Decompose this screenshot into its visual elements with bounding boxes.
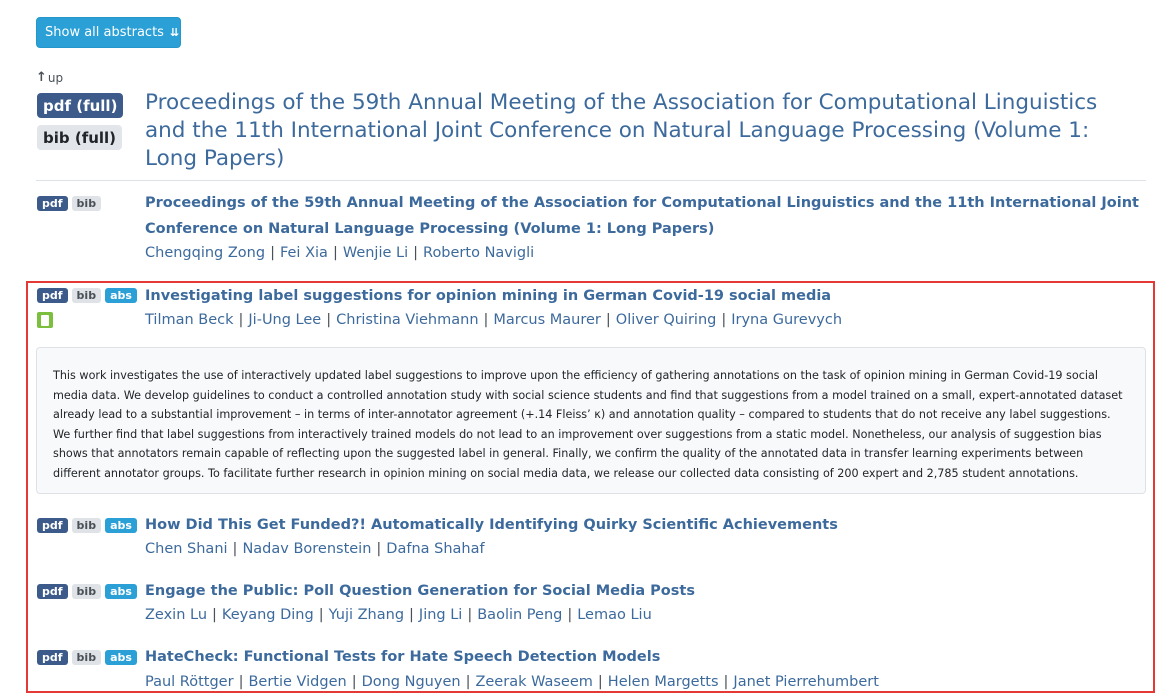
up-link[interactable]: ↑ up (36, 70, 63, 85)
paper-badges: pdf bib abs (37, 584, 137, 599)
author-link[interactable]: Dafna Shahaf (386, 541, 484, 557)
paper-authors: Chen Shani | Nadav Borenstein | Dafna Shahaf (145, 539, 485, 559)
abstract-line: different annotator groups. To facilitat… (53, 466, 1079, 480)
abstract-line: We further find that label suggestions f… (53, 427, 1102, 441)
paper-title-line: Proceedings of the 59th Annual Meeting o… (145, 195, 1139, 211)
author-link[interactable]: Marcus Maurer (493, 312, 600, 328)
paper-title[interactable]: Engage the Public: Poll Question Generat… (145, 578, 695, 604)
author-separator: | (351, 674, 357, 690)
attachment-file-icon[interactable] (37, 312, 53, 328)
paper-title-line: Conference on Natural Language Processin… (145, 221, 715, 237)
paper-title[interactable]: Proceedings of the 59th Annual Meeting o… (145, 190, 1139, 242)
abstract-box: This work investigates the use of intera… (36, 347, 1146, 494)
author-link[interactable]: Chen Shani (145, 541, 228, 557)
bib-full-button[interactable]: bib (full) (37, 125, 123, 150)
paper-title[interactable]: HateCheck: Functional Tests for Hate Spe… (145, 644, 660, 670)
author-separator: | (723, 674, 729, 690)
paper-authors: Tilman Beck | Ji-Ung Lee | Christina Viehman… (145, 310, 842, 330)
author-link[interactable]: Zexin Lu (145, 607, 207, 623)
up-link-label: up (47, 70, 64, 85)
author-separator: | (212, 607, 217, 623)
author-separator: | (413, 245, 419, 261)
author-link[interactable]: Nadav Borenstein (242, 541, 371, 557)
pdf-full-button[interactable]: pdf (full) (37, 93, 124, 118)
paper-authors: Chengqing Zong | Fei Xia | Wenjie Li | Roberto… (145, 243, 534, 263)
author-separator: | (605, 312, 611, 328)
pdf-button[interactable]: pdf (37, 288, 68, 303)
author-link[interactable]: Roberto Navigli (423, 245, 534, 261)
author-separator: | (721, 312, 727, 328)
pdf-button[interactable]: pdf (37, 196, 68, 211)
author-separator: | (483, 312, 489, 328)
author-link[interactable]: Zeerak Waseem (475, 674, 592, 690)
author-link[interactable]: Chengqing Zong (145, 245, 265, 261)
paper-title[interactable]: How Did This Get Funded?! Automatically … (145, 512, 838, 538)
abstract-line: media data. We develop guidelines to con… (53, 388, 1123, 402)
pdf-button[interactable]: pdf (37, 518, 68, 533)
pdf-button[interactable]: pdf (37, 650, 68, 665)
abstract-line: shows that annotators remain capable of … (53, 447, 1084, 460)
author-separator: | (467, 607, 473, 623)
author-link[interactable]: Janet Pierrehumbert (733, 674, 879, 690)
volume-title: Proceedings of the 59th Annual Meeting o… (145, 90, 1098, 171)
author-separator: | (270, 245, 275, 261)
arrow-up-icon: ↑ (36, 70, 47, 85)
author-link[interactable]: Paul Röttger (145, 674, 234, 690)
author-separator: | (318, 607, 324, 623)
author-separator: | (567, 607, 573, 623)
bib-button[interactable]: bib (71, 288, 102, 303)
author-link[interactable]: Tilman Beck (145, 312, 234, 328)
author-link[interactable]: Bertie Vidgen (248, 674, 346, 690)
abs-button[interactable]: abs (105, 650, 137, 665)
paper-authors: Paul Röttger | Bertie Vidgen | Dong Nguyen | Z… (145, 672, 879, 692)
author-separator: | (332, 245, 338, 261)
author-link[interactable]: Jing Li (419, 607, 462, 623)
author-link[interactable]: Oliver Quiring (616, 312, 717, 328)
author-separator: | (232, 541, 238, 557)
paper-badges: pdf bib (37, 196, 102, 211)
author-link[interactable]: Helen Margetts (608, 674, 719, 690)
author-separator: | (597, 674, 603, 690)
paper-title[interactable]: Investigating label suggestions for opin… (145, 283, 831, 309)
author-separator: | (376, 541, 382, 557)
author-link[interactable]: Dong Nguyen (362, 674, 461, 690)
author-link[interactable]: Lemao Liu (577, 607, 652, 623)
show-all-abstracts-button[interactable]: Show all abstracts ⇊ (36, 17, 181, 48)
abs-button[interactable]: abs (105, 518, 137, 533)
author-separator: | (409, 607, 414, 623)
abstract-line: already lead to a substantial improvemen… (53, 408, 1111, 421)
bib-button[interactable]: bib (71, 518, 102, 533)
abstract-line: This work investigates the use of intera… (53, 369, 1098, 382)
author-link[interactable]: Christina Viehmann (336, 312, 478, 328)
author-link[interactable]: Wenjie Li (343, 245, 408, 261)
author-link[interactable]: Baolin Peng (477, 607, 562, 623)
bib-button[interactable]: bib (71, 650, 102, 665)
paper-badges: pdf bib abs (37, 518, 137, 533)
show-all-abstracts-label: Show all abstracts (45, 25, 164, 40)
divider (36, 180, 1146, 181)
author-link[interactable]: Keyang Ding (222, 607, 314, 623)
author-separator: | (465, 674, 471, 690)
double-chevron-down-icon: ⇊ (169, 26, 180, 39)
author-link[interactable]: Yuji Zhang (329, 607, 404, 623)
pdf-button[interactable]: pdf (37, 584, 68, 599)
author-link[interactable]: Fei Xia (280, 245, 328, 261)
author-separator: | (238, 674, 244, 690)
bib-button[interactable]: bib (71, 584, 102, 599)
paper-badges: pdf bib abs (37, 288, 137, 303)
abs-button[interactable]: abs (105, 288, 137, 303)
paper-badges: pdf bib abs (37, 650, 137, 665)
author-link[interactable]: Ji-Ung Lee (248, 312, 321, 328)
bib-button[interactable]: bib (71, 196, 102, 211)
paper-authors: Zexin Lu | Keyang Ding | Yuji Zhang | Jing Li |… (145, 605, 652, 625)
author-separator: | (326, 312, 332, 328)
author-separator: | (238, 312, 244, 328)
abs-button[interactable]: abs (105, 584, 137, 599)
author-link[interactable]: Iryna Gurevych (731, 312, 842, 328)
